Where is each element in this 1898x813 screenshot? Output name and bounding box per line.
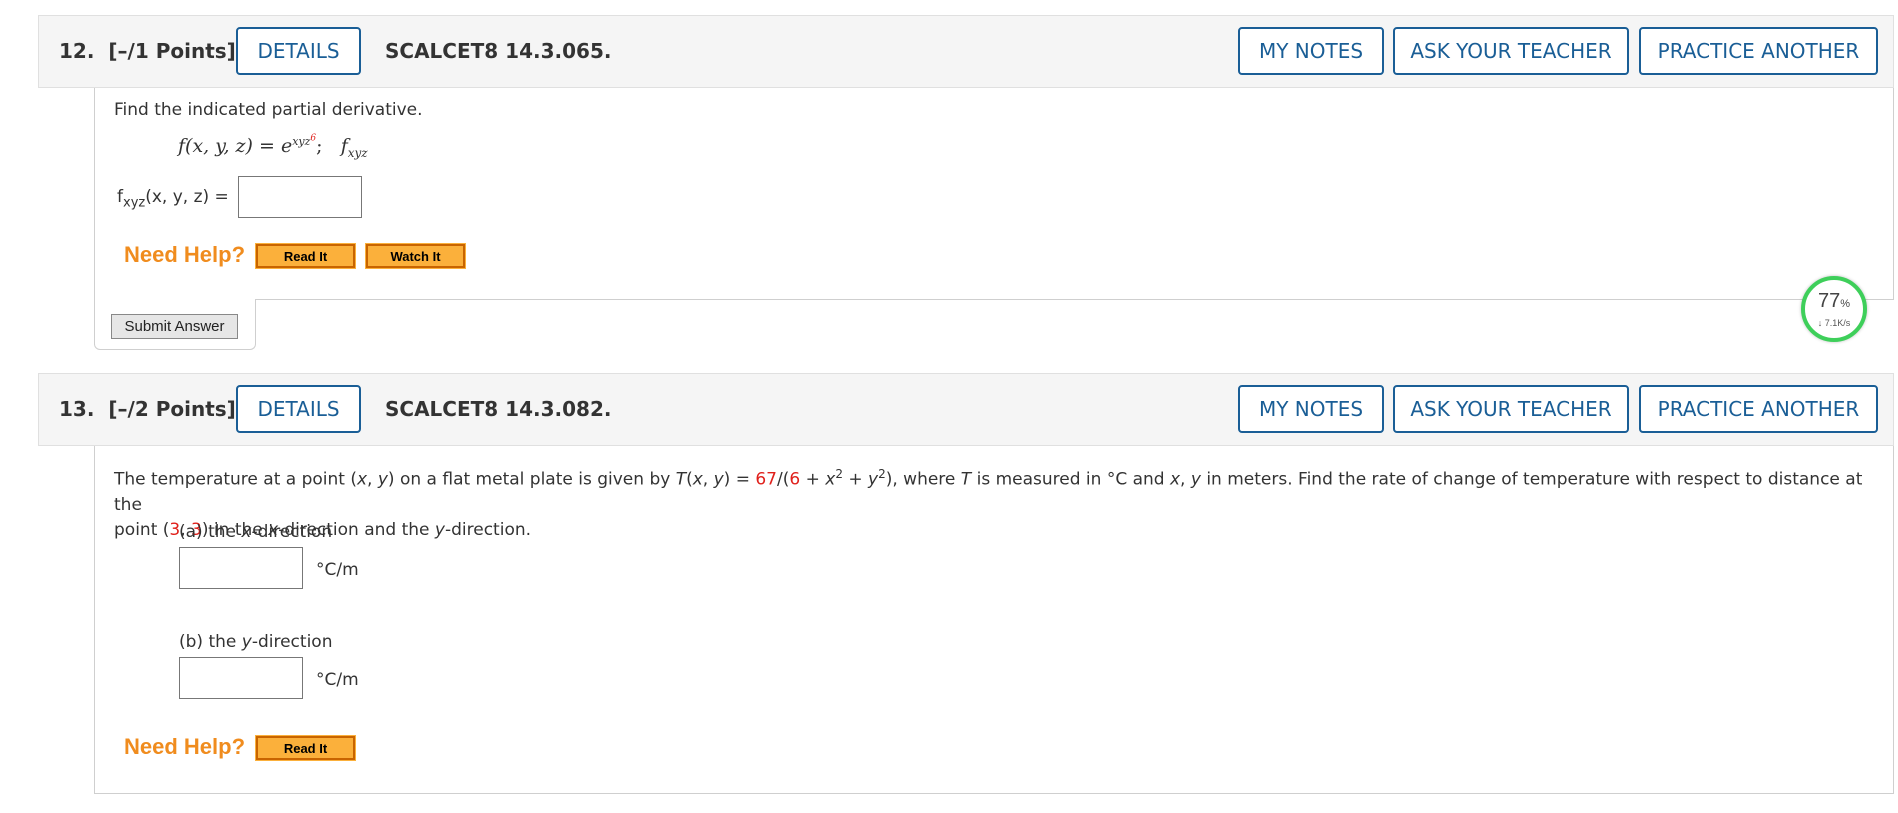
part-a-answer-input[interactable] xyxy=(179,547,303,589)
my-notes-button[interactable]: MY NOTES xyxy=(1238,27,1384,75)
question-number: 13. xyxy=(59,397,95,421)
answer-label: fxyz(x, y, z) = xyxy=(117,187,229,211)
question-id: SCALCET8 14.3.082. xyxy=(385,397,612,421)
ask-your-teacher-button[interactable]: ASK YOUR TEACHER xyxy=(1393,27,1629,75)
practice-another-button[interactable]: PRACTICE ANOTHER xyxy=(1639,27,1878,75)
question-13-header: 13. [–/2 Points] DETAILS SCALCET8 14.3.0… xyxy=(38,373,1894,446)
read-it-button[interactable]: Read It xyxy=(255,735,356,761)
need-help-label: Need Help? xyxy=(124,734,246,759)
question-12-header: 12. [–/1 Points] DETAILS SCALCET8 14.3.0… xyxy=(38,15,1894,88)
part-b-unit: °C/m xyxy=(316,670,359,690)
network-speed-gauge: 77% ↓ 7.1K/s xyxy=(1801,276,1867,342)
part-a-label: (a) the x-direction xyxy=(179,522,333,542)
answer-input[interactable] xyxy=(238,176,362,218)
ask-your-teacher-button[interactable]: ASK YOUR TEACHER xyxy=(1393,385,1629,433)
question-12-body-divider xyxy=(255,299,1894,300)
read-it-button[interactable]: Read It xyxy=(255,243,356,269)
question-13-title: 13. [–/2 Points] xyxy=(59,397,236,421)
details-button[interactable]: DETAILS xyxy=(236,27,361,75)
practice-another-button[interactable]: PRACTICE ANOTHER xyxy=(1639,385,1878,433)
question-instruction: Find the indicated partial derivative. xyxy=(114,100,423,120)
details-button[interactable]: DETAILS xyxy=(236,385,361,433)
question-id: SCALCET8 14.3.065. xyxy=(385,39,612,63)
problem-statement: The temperature at a point (x, y) on a f… xyxy=(114,467,1863,540)
gauge-rate: ↓ 7.1K/s xyxy=(1817,318,1851,328)
question-points: [–/2 Points] xyxy=(108,397,236,421)
part-a-unit: °C/m xyxy=(316,560,359,580)
part-b-answer-input[interactable] xyxy=(179,657,303,699)
question-points: [–/1 Points] xyxy=(108,39,236,63)
need-help-label: Need Help? xyxy=(124,242,246,267)
my-notes-button[interactable]: MY NOTES xyxy=(1238,385,1384,433)
watch-it-button[interactable]: Watch It xyxy=(365,243,466,269)
question-number: 12. xyxy=(59,39,95,63)
part-b-label: (b) the y-direction xyxy=(179,632,333,652)
submit-answer-button[interactable]: Submit Answer xyxy=(111,314,238,339)
gauge-percent: 77% xyxy=(1817,290,1851,312)
question-12-title: 12. [–/1 Points] xyxy=(59,39,236,63)
function-formula: f(x, y, z) = exyz6; fxyz xyxy=(178,133,368,160)
